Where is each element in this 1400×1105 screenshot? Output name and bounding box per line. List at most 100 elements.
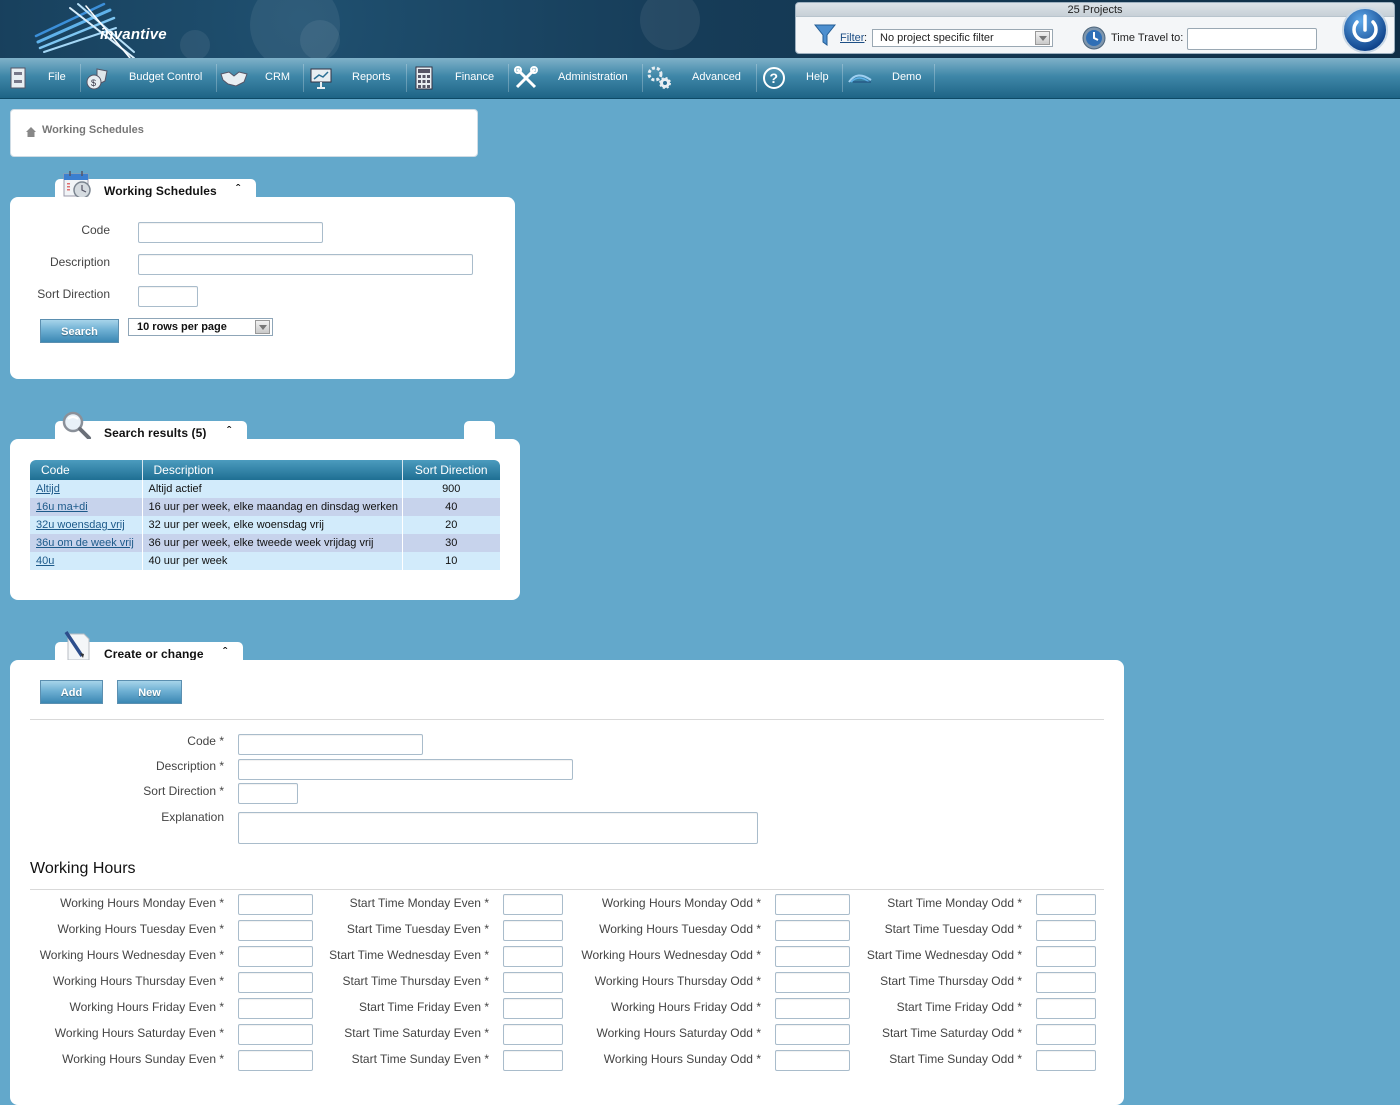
search-button[interactable]: Search <box>40 319 119 343</box>
working-hours-even-input[interactable] <box>238 1050 313 1071</box>
collapse-icon[interactable]: ˆ <box>236 182 240 196</box>
search-panel-title: Working Schedules <box>104 184 217 198</box>
working-hours-even-label: Working Hours Wednesday Even * <box>39 948 224 962</box>
working-hours-even-input[interactable] <box>238 946 313 967</box>
nav-crm[interactable]: CRM <box>220 58 302 98</box>
project-filter-select[interactable]: No project specific filter <box>872 29 1053 47</box>
decorative-bubble <box>180 30 210 58</box>
working-hours-odd-input[interactable] <box>775 894 850 915</box>
code-label: Code * <box>187 734 224 748</box>
rows-per-page-select[interactable]: 10 rows per page <box>128 318 273 336</box>
table-row[interactable]: 16u ma+di 16 uur per week, elke maandag … <box>30 498 500 516</box>
nav-administration[interactable]: Administration <box>512 58 642 98</box>
column-header-code[interactable]: Code <box>30 460 143 480</box>
chevron-down-icon[interactable] <box>1035 31 1050 45</box>
start-time-odd-input[interactable] <box>1036 920 1096 941</box>
nav-demo[interactable]: Demo <box>846 58 934 98</box>
row-sort-direction: 30 <box>402 534 500 552</box>
start-time-odd-input[interactable] <box>1036 946 1096 967</box>
nav-label: Demo <box>892 71 922 83</box>
power-logout-icon[interactable] <box>1341 6 1389 54</box>
working-hours-odd-input[interactable] <box>775 920 850 941</box>
column-header-sort-direction[interactable]: Sort Direction <box>402 460 500 480</box>
working-hours-even-input[interactable] <box>238 920 313 941</box>
decorative-bubble <box>640 0 700 50</box>
start-time-even-input[interactable] <box>503 894 563 915</box>
row-code-link[interactable]: 36u om de week vrij <box>36 537 134 549</box>
sort-direction-label: Sort Direction * <box>143 784 224 798</box>
search-description-input[interactable] <box>138 254 473 275</box>
table-row[interactable]: 36u om de week vrij 36 uur per week, elk… <box>30 534 500 552</box>
row-sort-direction: 40 <box>402 498 500 516</box>
working-hours-even-input[interactable] <box>238 1024 313 1045</box>
working-hours-odd-input[interactable] <box>775 972 850 993</box>
working-hours-even-input[interactable] <box>238 998 313 1019</box>
start-time-odd-input[interactable] <box>1036 894 1096 915</box>
start-time-odd-input[interactable] <box>1036 972 1096 993</box>
table-row[interactable]: 32u woensdag vrij 32 uur per week, elke … <box>30 516 500 534</box>
calculator-icon <box>410 64 438 92</box>
add-button[interactable]: Add <box>40 680 103 704</box>
home-icon[interactable] <box>25 126 37 138</box>
start-time-odd-input[interactable] <box>1036 1024 1096 1045</box>
working-hours-odd-input[interactable] <box>775 1024 850 1045</box>
column-header-description[interactable]: Description <box>142 460 403 480</box>
search-panel: Code Description Sort Direction Search <box>10 197 515 379</box>
row-code-link[interactable]: Altijd <box>36 483 60 495</box>
description-input[interactable] <box>238 759 573 780</box>
start-time-odd-label: Start Time Wednesday Odd * <box>866 948 1022 962</box>
nav-label: Reports <box>352 71 391 83</box>
sort-direction-input[interactable] <box>238 783 298 804</box>
edit-panel-title: Create or change <box>104 647 204 661</box>
nav-help[interactable]: ? Help <box>760 58 842 98</box>
start-time-odd-input[interactable] <box>1036 1050 1096 1071</box>
nav-label: Help <box>806 71 829 83</box>
start-time-odd-input[interactable] <box>1036 998 1096 1019</box>
working-hours-odd-input[interactable] <box>775 998 850 1019</box>
nav-advanced[interactable]: Advanced <box>646 58 756 98</box>
code-input[interactable] <box>238 734 423 755</box>
working-hours-even-input[interactable] <box>238 894 313 915</box>
nav-reports[interactable]: Reports <box>307 58 407 98</box>
start-time-even-input[interactable] <box>503 920 563 941</box>
start-time-even-input[interactable] <box>503 972 563 993</box>
top-header: invantive 25 Projects Filter : No projec… <box>0 0 1400 58</box>
start-time-even-input[interactable] <box>503 998 563 1019</box>
row-description: 32 uur per week, elke woensdag vrij <box>142 516 403 534</box>
time-travel-input[interactable] <box>1187 28 1317 50</box>
start-time-even-input[interactable] <box>503 1050 563 1071</box>
working-hours-odd-input[interactable] <box>775 1050 850 1071</box>
new-button[interactable]: New <box>117 680 182 704</box>
nav-finance[interactable]: Finance <box>410 58 508 98</box>
nav-budget-control[interactable]: $ Budget Control <box>84 58 216 98</box>
working-hours-even-input[interactable] <box>238 972 313 993</box>
start-time-even-input[interactable] <box>503 946 563 967</box>
search-code-input[interactable] <box>138 222 323 243</box>
collapse-icon[interactable]: ˆ <box>227 424 231 438</box>
working-hours-even-label: Working Hours Friday Even * <box>69 1000 225 1014</box>
working-hours-odd-input[interactable] <box>775 946 850 967</box>
breadcrumb-current: Working Schedules <box>42 124 144 136</box>
table-row[interactable]: 40u 40 uur per week 10 <box>30 552 500 570</box>
nav-file[interactable]: File <box>4 58 80 98</box>
chevron-down-icon[interactable] <box>255 320 270 334</box>
nav-divider <box>508 64 509 92</box>
start-time-odd-label: Start Time Monday Odd * <box>887 896 1022 910</box>
start-time-even-input[interactable] <box>503 1024 563 1045</box>
sort-direction-label: Sort Direction <box>37 287 110 301</box>
invantive-logo[interactable]: invantive <box>30 2 167 58</box>
results-table: Code Description Sort Direction Altijd A… <box>30 460 500 570</box>
table-row[interactable]: Altijd Altijd actief 900 <box>30 480 500 498</box>
start-time-odd-label: Start Time Sunday Odd * <box>889 1052 1022 1066</box>
search-sort-direction-input[interactable] <box>138 286 198 307</box>
project-filter-box: 25 Projects Filter : No project specific… <box>795 2 1395 54</box>
explanation-textarea[interactable] <box>238 812 758 844</box>
document-pen-icon <box>64 631 90 661</box>
collapse-icon[interactable]: ˆ <box>223 645 227 659</box>
filter-link[interactable]: Filter <box>840 32 864 44</box>
row-description: 40 uur per week <box>142 552 403 570</box>
row-code-link[interactable]: 16u ma+di <box>36 501 88 513</box>
row-code-link[interactable]: 40u <box>36 555 54 567</box>
row-code-link[interactable]: 32u woensdag vrij <box>36 519 125 531</box>
start-time-even-label: Start Time Sunday Even * <box>351 1052 489 1066</box>
